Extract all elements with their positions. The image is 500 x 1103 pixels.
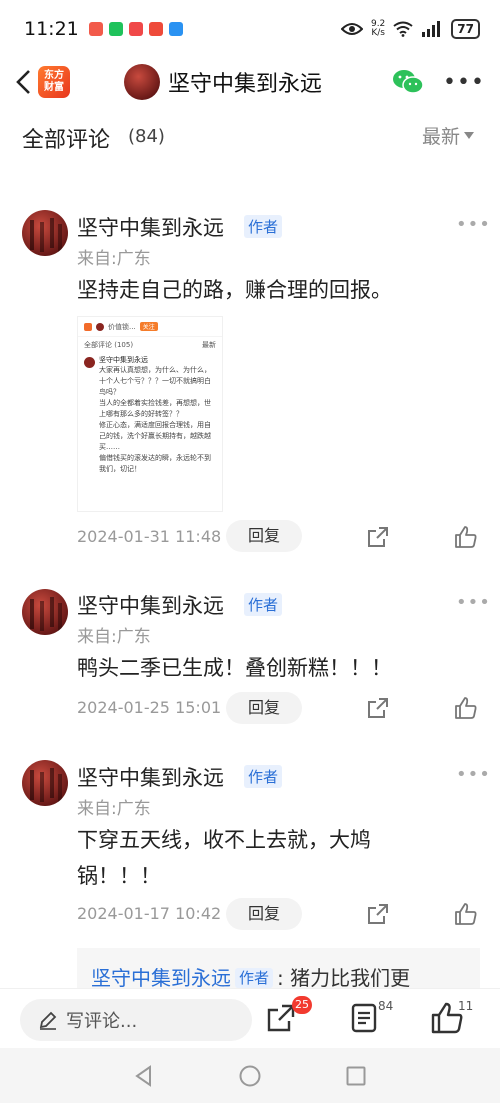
comment-text: 坚持走自己的路，赚合理的回报。 [77,278,392,302]
image-header: 全部评论 (105) 最新 [78,337,222,353]
author-badge: 作者 [244,215,283,238]
comment-more-icon[interactable]: ••• [456,214,491,235]
author-badge: 作者 [244,765,283,788]
image-follow-label: 关注 [139,322,158,331]
comment-time: 2024-01-31 11:48 [77,527,222,546]
image-top-name: 价值锁... [108,322,136,331]
app-notification-icon [168,22,183,36]
share-count-badge: 25 [292,996,312,1014]
nav-bar: 东方 财富 坚守中集到永远 ••• [0,58,500,106]
image-topbar: 价值锁... 关注 [78,317,222,337]
commenter-avatar[interactable] [22,760,68,806]
comment-time: 2024-01-25 15:01 [77,698,222,717]
reply-button[interactable]: 回复 [226,898,302,930]
share-icon[interactable] [366,902,390,926]
image-comment: 坚守中集到永远 大家再认真想想，为什么、为什么，十个人七个亏？？？一切不就搞明白… [99,355,216,475]
commenter-name[interactable]: 坚守中集到永远 [77,212,224,242]
wifi-icon [393,21,413,37]
image-header-title: 全部评论 (105) [84,341,134,349]
net-speed: 9.2 K/s [371,20,385,38]
sort-label: 最新 [422,126,461,148]
like-count: 11 [458,999,474,1013]
status-app-icons [88,22,183,36]
image-comment-avatar [84,357,95,368]
comment-location: 来自:广东 [77,799,151,819]
status-indicators: 9.2 K/s 77 [340,19,480,39]
image-body: 坚守中集到永远 大家再认真想想，为什么、为什么，十个人七个亏？？？一切不就搞明白… [78,353,222,477]
comment-text: 下穿五天线，收不上去就，大鸠锅！！！ [77,828,371,888]
author-badge: 作者 [244,593,283,616]
commenter-name[interactable]: 坚守中集到永远 [77,590,224,620]
page-title[interactable]: 坚守中集到永远 [168,66,322,98]
caret-down-icon [464,132,475,139]
chevron-left-icon [16,70,30,94]
image-header-sort: 最新 [202,341,216,349]
comment-count: 84 [378,999,394,1013]
quoted-reply-text: : 猪力比我们更 [277,966,411,988]
app-notification-icon [148,22,163,36]
status-time: 11:21 [24,18,79,40]
more-options-icon[interactable]: ••• [443,68,484,96]
comment-list-icon[interactable] [348,1001,382,1035]
sort-dropdown[interactable]: 最新 [422,122,475,149]
comment-location: 来自:广东 [77,627,151,647]
battery-indicator: 77 [451,19,480,39]
eye-icon [340,23,363,35]
author-badge: 作者 [235,968,274,988]
author-avatar[interactable] [124,64,160,100]
thumbs-up-icon[interactable] [454,525,478,549]
comments-header: 全部评论 (84) 最新 [0,118,500,160]
home-circle-icon[interactable] [238,1064,262,1088]
comment-more-icon[interactable]: ••• [456,764,491,785]
brand-logo-line1: 东方 [44,70,64,81]
status-bar: 11:21 9.2 K/s 77 [0,0,500,58]
comments-count: (84) [128,126,165,147]
app-notification-icon [128,22,143,36]
image-logo-icon [84,322,92,331]
brand-logo[interactable]: 东方 财富 [38,66,70,98]
image-comment-text: 大家再认真想想，为什么、为什么，十个人七个亏？？？一切不就搞明白鸟吗？ 当人的全… [99,366,211,473]
comment-image[interactable]: 价值锁... 关注 全部评论 (105) 最新 坚守中集到永远 大家再认真想想，… [77,316,223,512]
comment-more-icon[interactable]: ••• [456,592,491,613]
wechat-share-icon[interactable] [392,68,424,96]
commenter-name[interactable]: 坚守中集到永远 [77,762,224,792]
quoted-reply[interactable]: 坚守中集到永远 作者: 猪力比我们更 [77,948,480,988]
comment-location: 来自:广东 [77,249,151,269]
wechat-notification-icon [108,22,123,36]
thumbs-up-icon[interactable] [454,902,478,926]
write-comment-placeholder: 写评论... [66,1011,138,1032]
share-icon[interactable] [366,696,390,720]
reply-button[interactable]: 回复 [226,520,302,552]
write-comment-input[interactable]: 写评论... [20,999,252,1041]
commenter-avatar[interactable] [22,210,68,256]
comments-title: 全部评论 [22,128,111,153]
recents-square-icon[interactable] [344,1064,368,1088]
net-speed-unit: K/s [371,28,385,38]
comment-text: 鸭头二季已生成！叠创新糕！！！ [77,656,392,680]
signal-icon [422,21,441,37]
pencil-icon [39,1011,57,1030]
system-navigation-bar [0,1048,500,1103]
app-notification-icon [88,22,103,36]
image-comment-name: 坚守中集到永远 [99,356,148,364]
comment-time: 2024-01-17 10:42 [77,904,222,923]
back-button[interactable] [8,64,38,100]
thumbs-up-icon[interactable] [454,696,478,720]
quoted-reply-name[interactable]: 坚守中集到永远 [91,966,231,988]
share-icon[interactable] [366,525,390,549]
bottom-action-bar: 写评论... 25 84 11 [0,988,500,1048]
brand-logo-line2: 财富 [44,82,64,93]
image-avatar [96,322,104,331]
commenter-avatar[interactable] [22,589,68,635]
back-triangle-icon[interactable] [132,1064,156,1088]
reply-button[interactable]: 回复 [226,692,302,724]
